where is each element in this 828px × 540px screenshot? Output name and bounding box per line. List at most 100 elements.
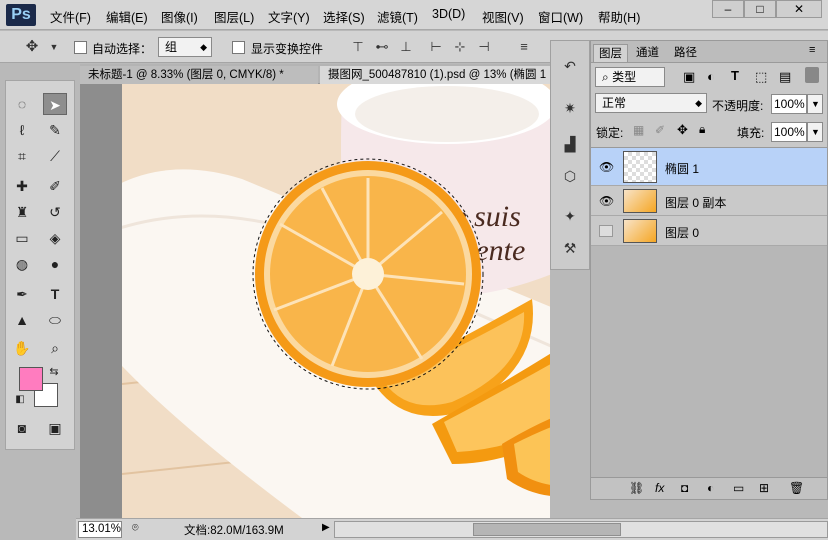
close-button[interactable]: ✕ bbox=[776, 0, 822, 18]
zoom-tool-icon[interactable]: ⌕ bbox=[43, 337, 67, 359]
align-vcenter-icon[interactable]: ⊷ bbox=[374, 39, 390, 55]
stamp-tool-icon[interactable]: ♜ bbox=[10, 201, 34, 223]
history-brush-tool-icon[interactable]: ↺ bbox=[43, 201, 67, 223]
lock-transparent-icon[interactable]: ▦ bbox=[633, 123, 644, 137]
new-layer-icon[interactable]: ⊞ bbox=[759, 481, 769, 495]
tab-psd-document[interactable]: 摄图网_500487810 (1).psd @ 13% (椭圆 1 bbox=[320, 66, 550, 84]
blend-mode-dropdown[interactable]: 正常 ◆ bbox=[595, 93, 707, 113]
menu-file[interactable]: 文件(F) bbox=[50, 7, 91, 26]
marquee-tool-icon[interactable]: ◌ bbox=[10, 93, 34, 115]
paint-bucket-tool-icon[interactable]: ◈ bbox=[43, 227, 67, 249]
filter-smart-object-icon[interactable]: ▤ bbox=[779, 69, 791, 85]
filter-pixel-icon[interactable]: ▣ bbox=[683, 69, 695, 85]
history-panel-icon[interactable]: ↶ bbox=[559, 55, 581, 77]
navigator-panel-icon[interactable]: ✷ bbox=[559, 97, 581, 119]
path-select-tool-icon[interactable]: ▲ bbox=[10, 309, 34, 331]
menu-select[interactable]: 选择(S) bbox=[323, 7, 365, 26]
align-bottom-icon[interactable]: ⊥ bbox=[398, 39, 414, 55]
zoom-level-field[interactable]: 13.01% bbox=[78, 521, 122, 538]
status-preview-icon[interactable]: ⌾ bbox=[132, 522, 139, 535]
brush-presets-icon[interactable]: ✦ bbox=[559, 205, 581, 227]
type-tool-icon[interactable]: T bbox=[43, 283, 67, 305]
foreground-color-swatch[interactable] bbox=[19, 367, 43, 391]
quick-select-tool-icon[interactable]: ✎ bbox=[43, 119, 67, 141]
eraser-tool-icon[interactable]: ▭ bbox=[10, 227, 34, 249]
layer-row-layer0[interactable]: 图层 0 bbox=[591, 216, 827, 246]
layer-name[interactable]: 椭圆 1 bbox=[665, 160, 699, 177]
show-transform-checkbox[interactable] bbox=[232, 41, 245, 54]
menu-help[interactable]: 帮助(H) bbox=[598, 7, 640, 26]
histogram-panel-icon[interactable]: ▟ bbox=[559, 133, 581, 155]
adjustment-layer-icon[interactable]: ◐ bbox=[707, 481, 714, 495]
brush-tool-icon[interactable]: ✐ bbox=[43, 175, 67, 197]
move-tool-icon[interactable]: ➤ bbox=[43, 93, 67, 115]
tab-channels[interactable]: 通道 bbox=[631, 44, 664, 62]
filter-toggle-icon[interactable] bbox=[805, 67, 819, 83]
layer-filter-dropdown[interactable]: ⌕ 类型 bbox=[595, 67, 665, 87]
fill-dropdown-arrow-icon[interactable]: ▼ bbox=[807, 122, 823, 142]
canvas-area[interactable]: Je suis ntente bbox=[80, 84, 550, 518]
menu-type[interactable]: 文字(Y) bbox=[268, 7, 310, 26]
link-layers-icon[interactable]: ⛓ bbox=[629, 481, 644, 495]
delete-layer-icon[interactable]: 🗑︎ bbox=[789, 481, 804, 495]
visibility-eye-icon[interactable]: 👁︎ bbox=[599, 161, 614, 173]
filter-type-icon[interactable]: T bbox=[731, 68, 739, 83]
default-colors-icon[interactable]: ◧ bbox=[12, 389, 28, 411]
auto-select-target-dropdown[interactable]: 组 ◆ bbox=[158, 37, 212, 57]
opacity-input[interactable]: 100% bbox=[771, 94, 807, 114]
pen-tool-icon[interactable]: ✒ bbox=[10, 283, 34, 305]
visibility-eye-icon[interactable]: 👁︎ bbox=[599, 195, 614, 207]
layer-row-layer0-copy[interactable]: 👁︎ 图层 0 副本 bbox=[591, 186, 827, 216]
blur-tool-icon[interactable]: ◍ bbox=[10, 253, 34, 275]
crop-tool-icon[interactable]: ⌗ bbox=[10, 145, 34, 167]
tab-untitled-1[interactable]: 未标题-1 @ 8.33% (图层 0, CMYK/8) * bbox=[80, 66, 318, 84]
move-tool-preset-icon[interactable]: ✥ bbox=[24, 39, 40, 55]
filter-shape-icon[interactable]: ⬚ bbox=[755, 69, 767, 85]
fill-input[interactable]: 100% bbox=[771, 122, 807, 142]
layer-name[interactable]: 图层 0 副本 bbox=[665, 194, 726, 211]
tab-paths[interactable]: 路径 bbox=[669, 44, 702, 62]
new-group-icon[interactable]: ▭ bbox=[733, 481, 744, 495]
minimize-button[interactable]: – bbox=[712, 0, 744, 18]
dodge-tool-icon[interactable]: ● bbox=[43, 253, 67, 275]
status-menu-arrow-icon[interactable]: ▶ bbox=[322, 522, 330, 533]
menu-window[interactable]: 窗口(W) bbox=[538, 7, 583, 26]
menu-image[interactable]: 图像(I) bbox=[161, 7, 198, 26]
opacity-dropdown-arrow-icon[interactable]: ▼ bbox=[807, 94, 823, 114]
align-hcenter-icon[interactable]: ⊹ bbox=[452, 39, 468, 55]
align-left-icon[interactable]: ⊢ bbox=[428, 39, 444, 55]
lock-position-icon[interactable]: ✥ bbox=[677, 122, 688, 138]
menu-3d[interactable]: 3D(D) bbox=[432, 7, 465, 21]
quick-mask-icon[interactable]: ◙ bbox=[10, 417, 34, 439]
3d-panel-icon[interactable]: ⬡ bbox=[559, 165, 581, 187]
horizontal-scrollbar[interactable] bbox=[334, 521, 828, 538]
distribute-icon[interactable]: ≡ bbox=[516, 39, 532, 55]
tab-layers[interactable]: 图层 bbox=[593, 44, 628, 62]
align-top-icon[interactable]: ⊤ bbox=[350, 39, 366, 55]
tool-presets-icon[interactable]: ⚒ bbox=[559, 237, 581, 259]
auto-select-checkbox[interactable] bbox=[74, 41, 87, 54]
ellipse-tool-icon[interactable]: ⬭ bbox=[43, 309, 67, 331]
swap-colors-icon[interactable]: ⇆ bbox=[46, 361, 62, 383]
menu-view[interactable]: 视图(V) bbox=[482, 7, 524, 26]
visibility-toggle-off[interactable] bbox=[599, 225, 613, 237]
layer-name[interactable]: 图层 0 bbox=[665, 224, 699, 241]
filter-adjustment-icon[interactable]: ◐ bbox=[707, 69, 715, 84]
restore-button[interactable]: □ bbox=[744, 0, 776, 18]
chevron-down-icon[interactable]: ▼ bbox=[46, 39, 62, 55]
healing-brush-tool-icon[interactable]: ✚ bbox=[10, 175, 34, 197]
align-right-icon[interactable]: ⊣ bbox=[476, 39, 492, 55]
layer-style-icon[interactable]: fx bbox=[655, 481, 664, 495]
add-mask-icon[interactable]: ◘ bbox=[681, 481, 688, 495]
menu-layer[interactable]: 图层(L) bbox=[214, 7, 254, 26]
scrollbar-thumb[interactable] bbox=[473, 523, 621, 536]
lock-all-icon[interactable]: 🔒︎ bbox=[699, 122, 705, 137]
menu-filter[interactable]: 滤镜(T) bbox=[377, 7, 418, 26]
hand-tool-icon[interactable]: ✋ bbox=[10, 337, 34, 359]
lasso-tool-icon[interactable]: ℓ bbox=[10, 119, 34, 141]
menu-edit[interactable]: 编辑(E) bbox=[106, 7, 148, 26]
layer-row-ellipse-1[interactable]: 👁︎ 椭圆 1 bbox=[591, 148, 827, 186]
lock-pixels-brush-icon[interactable]: ✐ bbox=[655, 123, 665, 137]
screen-mode-icon[interactable]: ▣ bbox=[43, 417, 67, 439]
panel-menu-icon[interactable]: ≡ bbox=[809, 44, 815, 56]
